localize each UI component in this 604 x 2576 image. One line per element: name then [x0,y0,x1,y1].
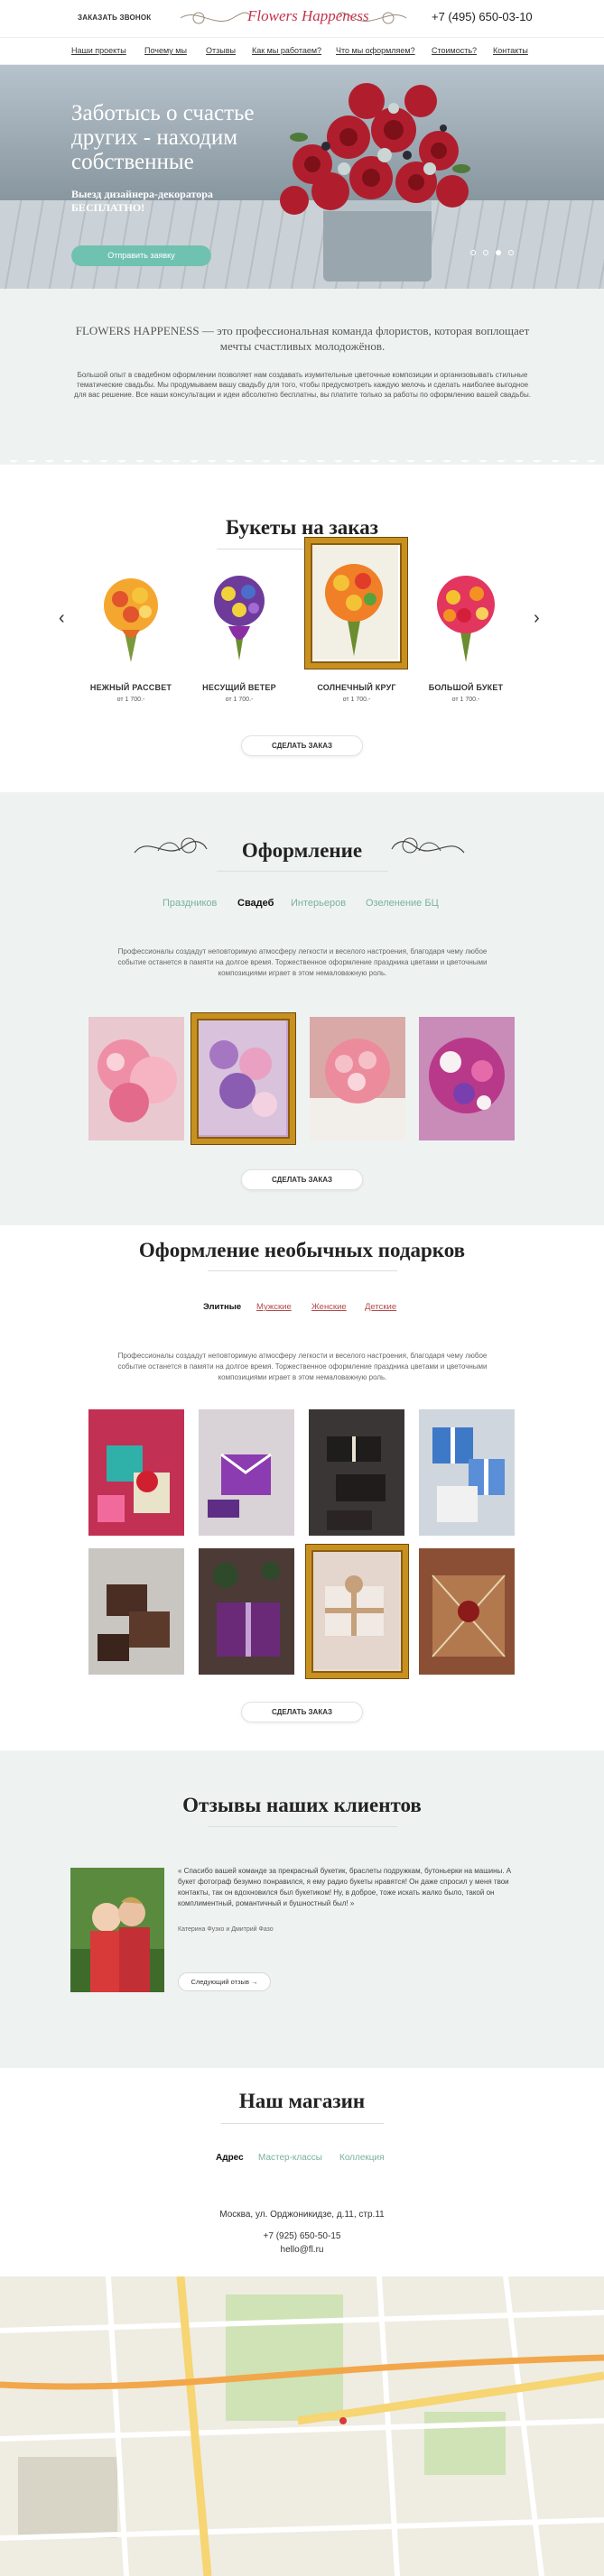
slider-dot[interactable] [470,250,476,255]
gift-photo-framed[interactable] [306,1545,408,1678]
bouquet-image [437,576,495,662]
intro-text: Большой опыт в свадебном оформлении позв… [74,371,531,399]
hero-title: Заботысь о счастье других - находим собс… [71,101,255,174]
decor-title: Оформление [241,839,363,862]
bouquet-image [214,576,265,660]
nav-item-what-we-decorate[interactable]: Что мы оформляем? [336,46,415,55]
decor-description: Профессионалы создадут неповторимую атмо… [117,947,488,977]
send-request-button[interactable]: Отправить заявку [71,245,211,266]
slider-dot[interactable] [483,250,488,255]
main-nav: Наши проекты Почему мы Отзывы Как мы раб… [0,38,604,65]
decor-photo[interactable] [88,1017,184,1140]
shop-email[interactable]: hello@fl.ru [0,2245,604,2255]
shop-phone[interactable]: +7 (925) 650-50-15 [0,2231,604,2241]
gift-photo[interactable] [419,1409,515,1536]
gift-photo[interactable] [419,1548,515,1675]
slider-dot[interactable] [508,250,514,255]
tab-collection[interactable]: Коллекция [339,2153,385,2163]
hero-subtitle: Выезд дизайнера-декоратора БЕСПЛАТНО! [71,188,213,214]
chevron-right-icon[interactable]: › [534,608,540,629]
gift-photo[interactable] [88,1548,184,1675]
title-underline [221,2123,384,2124]
tab-interiors[interactable]: Интерьеров [291,898,346,909]
tab-womens[interactable]: Женские [311,1302,347,1312]
nav-item-how-we-work[interactable]: Как мы работаем? [252,46,321,55]
tab-master-classes[interactable]: Мастер-классы [258,2153,322,2163]
gift-photo[interactable] [199,1548,294,1675]
wavy-divider [0,457,604,465]
decor-photo[interactable] [310,1017,405,1140]
shop-address: Москва, ул. Орджоникидзе, д.11, стр.11 [219,2210,385,2220]
chevron-left-icon[interactable]: ‹ [59,608,65,629]
bouquet-name[interactable]: НЕСУЩИЙ ВЕТЕР [190,683,289,692]
tab-office-greening[interactable]: Озеленение БЦ [366,898,439,909]
order-bouquet-button[interactable]: СДЕЛАТЬ ЗАКАЗ [241,735,363,756]
decor-photo[interactable] [419,1017,515,1140]
hero-bouquet-image [280,83,470,282]
bouquet-name[interactable]: НЕЖНЫЙ РАССВЕТ [81,683,181,692]
gift-photo[interactable] [199,1409,294,1536]
next-review-button[interactable]: Следующий отзыв → [178,1972,271,1991]
bouquet-image [104,578,158,662]
map[interactable] [0,2276,604,2576]
bouquets-title: Букеты на заказ [226,516,378,539]
hero-banner: Заботысь о счастье других - находим собс… [0,65,604,289]
intro-title: FLOWERS HAPPENESS — это профессиональная… [75,324,530,353]
nav-item-why-us[interactable]: Почему мы [144,46,187,55]
title-underline [208,1826,397,1827]
header-phone: +7 (495) 650-03-10 [432,10,533,23]
gift-photo[interactable] [309,1409,404,1536]
nav-item-projects[interactable]: Наши проекты [71,46,126,55]
shop-title: Наш магазин [238,2090,366,2112]
order-decor-button[interactable]: СДЕЛАТЬ ЗАКАЗ [241,1169,363,1190]
tab-elite[interactable]: Элитные [203,1302,241,1312]
nav-item-contacts[interactable]: Контакты [493,46,528,55]
tab-weddings[interactable]: Свадеб [237,898,274,909]
site-header: ЗАКАЗАТЬ ЗВОНОК Flowers Happeness +7 (49… [0,0,604,38]
slider-dot-active[interactable] [496,250,501,255]
tab-kids[interactable]: Детские [365,1302,396,1312]
gifts-description: Профессионалы создадут неповторимую атмо… [117,1352,488,1381]
logo-text[interactable]: Flowers Happeness [247,7,369,25]
bouquet-price: от 1 700.- [116,697,145,703]
bouquet-price: от 1 700.- [225,697,254,703]
title-underline [217,871,388,872]
order-gift-button[interactable]: СДЕЛАТЬ ЗАКАЗ [241,1702,363,1722]
gifts-title: Оформление необычных подарков [138,1239,466,1261]
nav-item-price[interactable]: Стоимость? [432,46,477,55]
review-photo [70,1868,164,1992]
review-author: Катерина Фузко и Дмитрий Фазо [178,1926,274,1933]
call-back-link[interactable]: ЗАКАЗАТЬ ЗВОНОК [78,14,151,22]
title-underline [208,1270,397,1271]
tab-address[interactable]: Адрес [216,2153,244,2163]
decor-photo-framed[interactable] [191,1013,295,1144]
bouquet-price: от 1 700.- [451,697,480,703]
tab-holidays[interactable]: Праздников [163,898,217,909]
bouquet-name[interactable]: БОЛЬШОЙ БУКЕТ [416,683,516,692]
bouquet-price: от 1 700.- [342,697,371,703]
bouquet-name[interactable]: СОЛНЕЧНЫЙ КРУГ [307,683,406,692]
nav-item-reviews[interactable]: Отзывы [206,46,236,55]
reviews-title: Отзывы наших клиентов [182,1794,422,1816]
tab-mens[interactable]: Мужские [256,1302,292,1312]
review-text: « Спасибо вашей команде за прекрасный бу… [178,1867,512,1907]
bouquet-image-framed [305,538,407,669]
gift-photo[interactable] [88,1409,184,1536]
